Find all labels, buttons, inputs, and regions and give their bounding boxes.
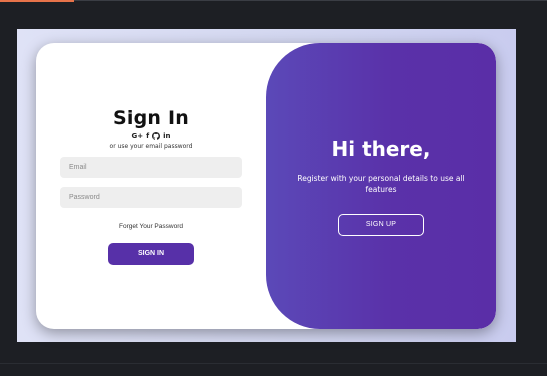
panel-heading: Hi there,	[331, 137, 431, 161]
sign-in-button[interactable]: SIGN IN	[108, 243, 194, 265]
linkedin-icon[interactable]: in	[163, 132, 170, 140]
sign-up-button[interactable]: SIGN UP	[338, 214, 424, 236]
email-field[interactable]: Email	[60, 157, 242, 178]
top-accent-line	[0, 0, 74, 2]
password-field[interactable]: Password	[60, 187, 242, 208]
alt-signin-text: or use your email password	[109, 143, 193, 150]
auth-card: Sign In G+ f in or use your email passwo…	[36, 43, 496, 329]
forgot-password-link[interactable]: Forget Your Password	[36, 223, 266, 230]
social-icons: G+ f in	[36, 132, 266, 140]
sign-in-title: Sign In	[113, 107, 189, 129]
sign-up-panel: Hi there, Register with your personal de…	[266, 43, 496, 329]
bottom-divider	[0, 363, 547, 364]
preview-area: Sign In G+ f in or use your email passwo…	[17, 29, 516, 342]
github-icon[interactable]	[152, 132, 161, 140]
top-divider	[74, 0, 547, 1]
panel-text: Register with your personal details to u…	[297, 174, 465, 194]
google-plus-icon[interactable]: G+	[131, 132, 143, 140]
sign-in-form: Sign In G+ f in or use your email passwo…	[36, 43, 266, 329]
facebook-icon[interactable]: f	[146, 132, 149, 140]
